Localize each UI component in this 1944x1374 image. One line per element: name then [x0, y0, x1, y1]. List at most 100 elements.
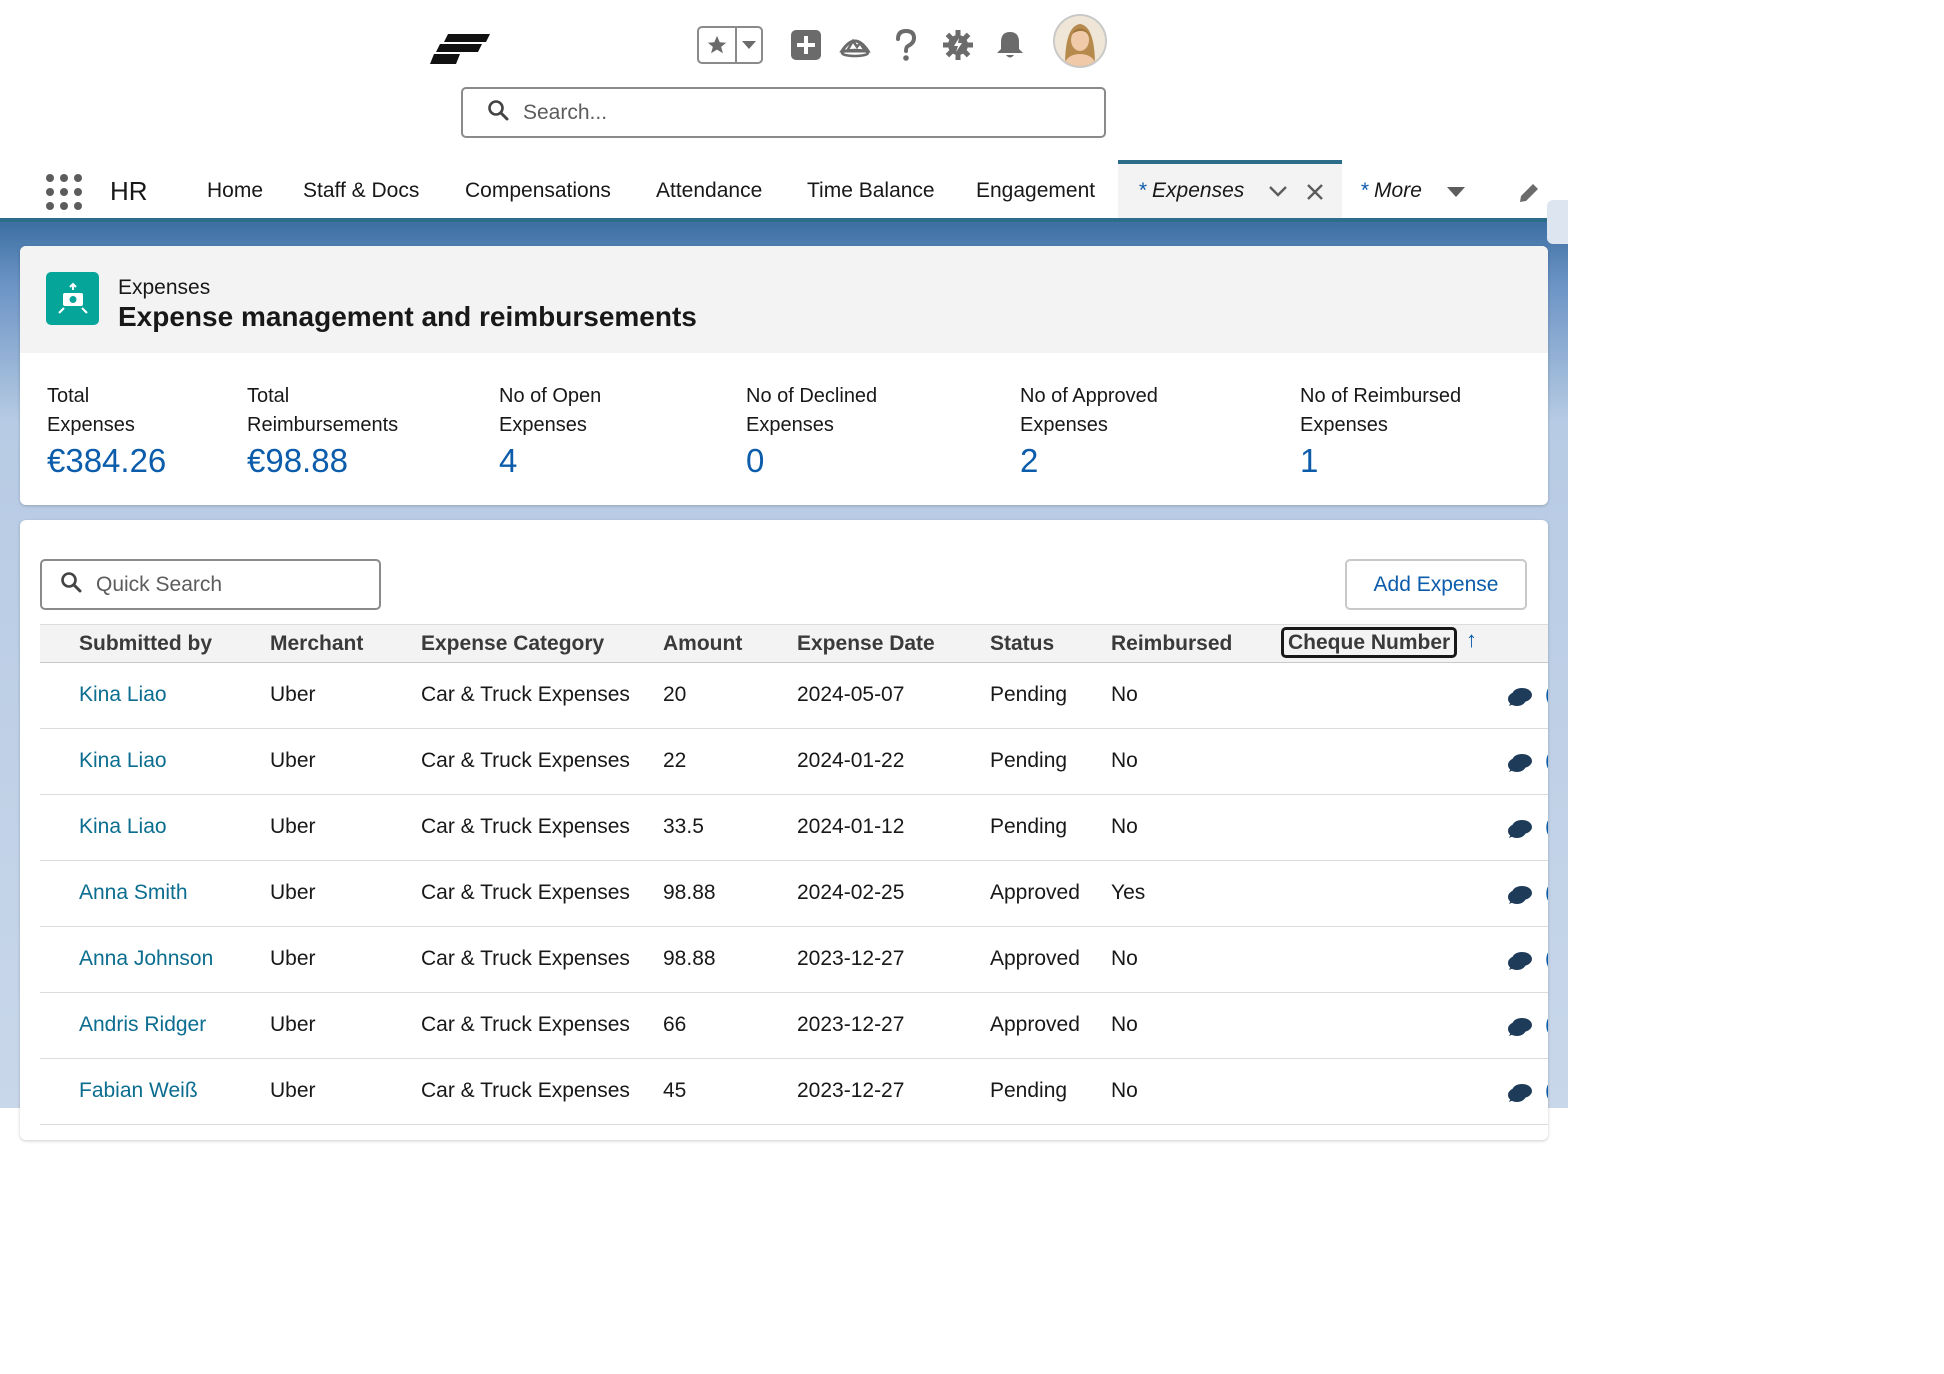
edit-nav-pencil-icon[interactable] [1518, 182, 1540, 209]
comment-count-link[interactable]: (0 [1545, 815, 1548, 839]
setup-gear-icon[interactable] [941, 28, 975, 62]
submitted-by-link[interactable]: Kina Liao [79, 683, 167, 707]
date-cell: 2024-01-22 [797, 749, 905, 772]
table-row: Kina Liao Uber Car & Truck Expenses 20 2… [40, 663, 1548, 729]
column-header-amount[interactable]: Amount [663, 632, 742, 656]
comment-count-link[interactable]: (0 [1545, 1079, 1548, 1103]
comments-icon[interactable] [1507, 885, 1533, 905]
kpi-value: €98.88 [247, 442, 348, 479]
nav-item-compensations[interactable]: Compensations [465, 179, 611, 203]
quick-search-input[interactable] [94, 571, 358, 598]
nav-item-staff-docs[interactable]: Staff & Docs [303, 179, 419, 203]
nav-item-attendance[interactable]: Attendance [656, 179, 762, 203]
column-header-cheque-number[interactable]: Cheque Number [1281, 627, 1458, 658]
category-cell: Car & Truck Expenses [421, 947, 630, 970]
kpi-value: 2 [1020, 442, 1039, 479]
column-header-expense-date[interactable]: Expense Date [797, 632, 935, 656]
kpi-declined-expenses: No of Declined Expenses 0 [746, 382, 877, 480]
comments-icon[interactable] [1507, 687, 1533, 707]
quick-search-box[interactable] [40, 559, 381, 610]
status-cell: Pending [990, 1079, 1068, 1102]
help-icon[interactable] [889, 28, 923, 62]
amount-cell: 98.88 [663, 881, 716, 904]
reimbursed-cell: No [1111, 749, 1138, 772]
tab-menu-chevron-down-icon[interactable] [1268, 184, 1288, 203]
global-search-input[interactable] [521, 99, 1045, 126]
object-label: Expenses [118, 276, 211, 299]
status-cell: Pending [990, 749, 1068, 772]
comment-count-link[interactable]: (0 [1545, 881, 1548, 905]
reimbursed-cell: No [1111, 1013, 1138, 1036]
reimbursed-cell: No [1111, 1079, 1138, 1102]
favorites-star-icon[interactable] [699, 28, 737, 62]
nav-item-time-balance[interactable]: Time Balance [807, 179, 935, 203]
app-name: HR [110, 176, 148, 206]
column-header-expense-category[interactable]: Expense Category [421, 632, 604, 656]
column-header-merchant[interactable]: Merchant [270, 632, 363, 656]
category-cell: Car & Truck Expenses [421, 1013, 630, 1036]
merchant-cell: Uber [270, 947, 316, 970]
favorites-group [697, 26, 763, 64]
global-search-box[interactable] [461, 87, 1106, 138]
nav-more-menu[interactable]: * More [1360, 179, 1422, 203]
comments-icon[interactable] [1507, 1017, 1533, 1037]
global-header [0, 0, 1568, 160]
kpi-label: No of Open [499, 385, 602, 407]
status-cell: Pending [990, 683, 1068, 706]
amount-cell: 98.88 [663, 947, 716, 970]
sort-ascending-icon[interactable]: ↑ [1466, 627, 1477, 653]
comment-count-link[interactable]: (0 [1545, 749, 1548, 773]
column-header-status[interactable]: Status [990, 632, 1054, 656]
amount-cell: 22 [663, 749, 687, 772]
close-tab-icon[interactable] [1306, 183, 1324, 206]
submitted-by-link[interactable]: Anna Johnson [79, 947, 213, 971]
comments-icon[interactable] [1507, 819, 1533, 839]
trailhead-icon[interactable] [838, 28, 872, 62]
date-cell: 2024-01-12 [797, 815, 905, 838]
page-header: Expenses Expense management and reimburs… [20, 246, 1548, 353]
comment-count-link[interactable]: (0 [1545, 683, 1548, 707]
user-avatar[interactable] [1053, 14, 1107, 68]
kpi-label: Total [47, 385, 90, 407]
category-cell: Car & Truck Expenses [421, 815, 630, 838]
kpi-label: No of Reimbursed [1300, 385, 1462, 407]
submitted-by-link[interactable]: Kina Liao [79, 749, 167, 773]
add-expense-button[interactable]: Add Expense [1345, 559, 1527, 610]
kpi-reimbursed-expenses: No of Reimbursed Expenses 1 [1300, 382, 1461, 480]
kpi-label: No of Approved [1020, 385, 1158, 407]
submitted-by-link[interactable]: Fabian Weiß [79, 1079, 198, 1103]
status-cell: Approved [990, 1013, 1080, 1036]
status-cell: Approved [990, 881, 1080, 904]
favorites-dropdown-icon[interactable] [737, 28, 761, 62]
comment-count-link[interactable]: (0 [1545, 947, 1548, 971]
comment-count-link[interactable]: (0 [1545, 1013, 1548, 1037]
app-launcher-icon[interactable] [46, 174, 82, 210]
date-cell: 2024-05-07 [797, 683, 905, 706]
submitted-by-link[interactable]: Andris Ridger [79, 1013, 206, 1037]
company-logo[interactable] [430, 28, 494, 68]
column-header-reimbursed[interactable]: Reimbursed [1111, 632, 1232, 656]
merchant-cell: Uber [270, 1013, 316, 1036]
comments-icon[interactable] [1507, 753, 1533, 773]
more-dropdown-icon[interactable] [1447, 185, 1465, 203]
submitted-by-link[interactable]: Kina Liao [79, 815, 167, 839]
column-header-submitted-by[interactable]: Submitted by [79, 632, 212, 656]
add-icon[interactable] [789, 28, 823, 62]
comments-icon[interactable] [1507, 951, 1533, 971]
comments-icon[interactable] [1507, 1083, 1533, 1103]
amount-cell: 45 [663, 1079, 687, 1102]
side-panel-handle[interactable] [1547, 200, 1568, 244]
kpi-total-expenses: Total Expenses €384.26 [47, 382, 166, 480]
merchant-cell: Uber [270, 749, 316, 772]
category-cell: Car & Truck Expenses [421, 683, 630, 706]
nav-tab-expenses[interactable]: * Expenses [1118, 160, 1342, 218]
table-row: Anna Smith Uber Car & Truck Expenses 98.… [40, 861, 1548, 927]
category-cell: Car & Truck Expenses [421, 749, 630, 772]
submitted-by-link[interactable]: Anna Smith [79, 881, 188, 905]
table-row: Anna Johnson Uber Car & Truck Expenses 9… [40, 927, 1548, 993]
reimbursed-cell: Yes [1111, 881, 1146, 904]
unsaved-marker: * [1360, 179, 1369, 202]
notifications-bell-icon[interactable] [993, 28, 1027, 62]
nav-item-home[interactable]: Home [207, 179, 263, 203]
nav-item-engagement[interactable]: Engagement [976, 179, 1095, 203]
